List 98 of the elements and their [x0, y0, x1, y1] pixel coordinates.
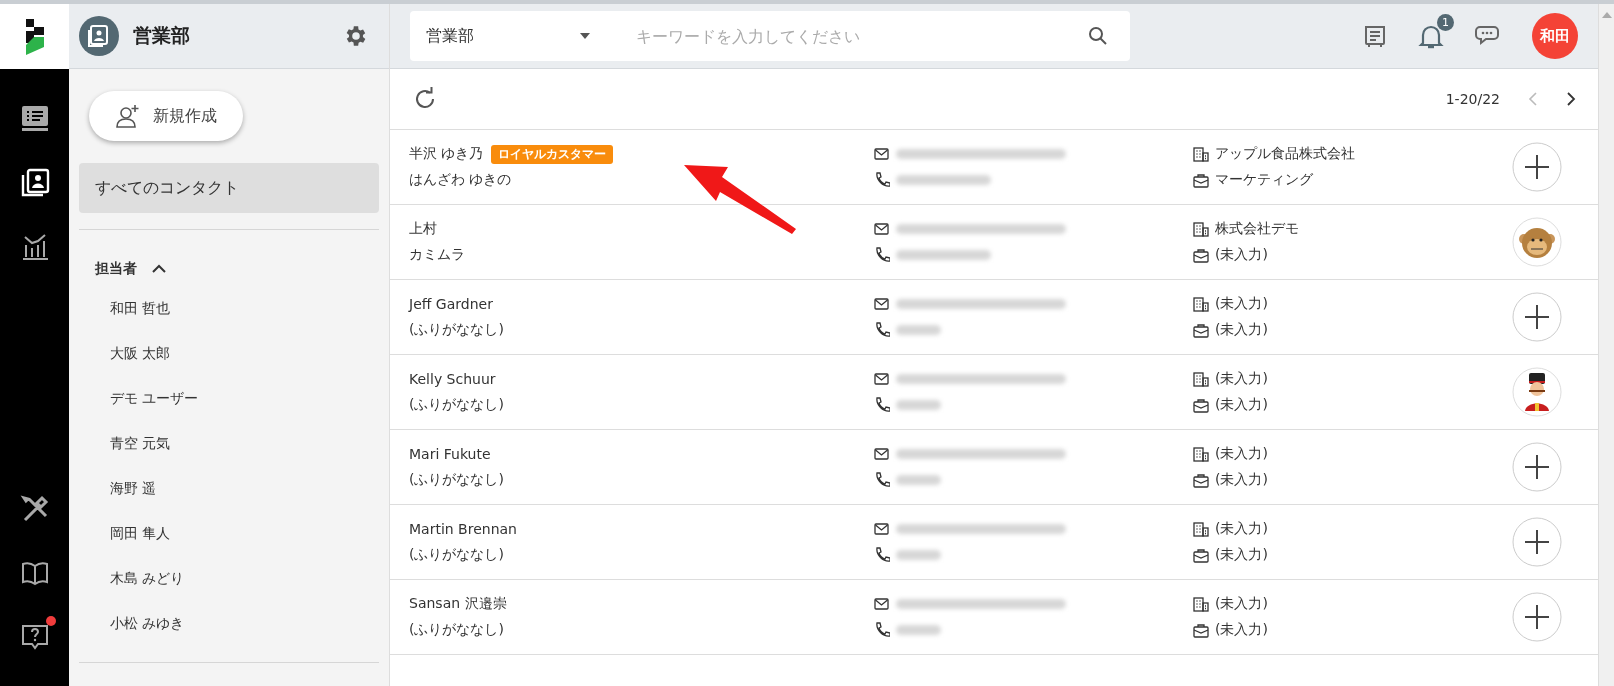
search-bar[interactable]: 営業部 キーワードを入力してください	[410, 11, 1130, 61]
briefcase-icon	[1193, 172, 1209, 188]
building-icon	[1193, 371, 1209, 387]
phone-icon	[874, 397, 890, 413]
add-avatar-button[interactable]	[1512, 442, 1562, 492]
contact-name[interactable]: Jeff Gardner	[409, 296, 493, 312]
phone-icon	[874, 172, 890, 188]
owner-item[interactable]: 小松 みゆき	[79, 601, 379, 646]
contact-name[interactable]: Martin Brennan	[409, 521, 517, 537]
department-name: マーケティング	[1215, 171, 1313, 189]
company-name: (未入力)	[1215, 295, 1268, 313]
furigana-text: (ふりがななし)	[409, 471, 504, 489]
phone-icon	[874, 247, 890, 263]
user-avatar[interactable]: 和田	[1532, 13, 1578, 59]
contacts-icon	[79, 16, 119, 56]
building-icon	[1193, 521, 1209, 537]
phone-icon	[874, 547, 890, 563]
department-name: (未入力)	[1215, 471, 1268, 489]
phone-icon	[874, 622, 890, 638]
customer-tag: ロイヤルカスタマー	[491, 144, 614, 164]
company-name: (未入力)	[1215, 595, 1268, 613]
department-name: (未入力)	[1215, 621, 1268, 639]
keyword-input[interactable]: キーワードを入力してください	[634, 25, 1074, 47]
briefcase-icon	[1193, 247, 1209, 263]
phone-icon	[874, 322, 890, 338]
briefcase-icon	[1193, 322, 1209, 338]
contact-name[interactable]: Kelly Schuur	[409, 371, 496, 387]
mail-icon	[874, 372, 890, 386]
dropdown-caret-icon	[580, 33, 590, 39]
next-page-icon[interactable]	[1566, 91, 1576, 107]
mail-icon	[874, 447, 890, 461]
owner-item[interactable]: 海野 遥	[79, 466, 379, 511]
pagination-text: 1-20/22	[1445, 91, 1500, 107]
add-avatar-button[interactable]	[1512, 292, 1562, 342]
furigana-text: カミムラ	[409, 246, 465, 264]
board-icon[interactable]	[1362, 23, 1388, 49]
mail-icon	[874, 147, 890, 161]
department-title: 営業部	[133, 23, 191, 48]
building-icon	[1193, 146, 1209, 162]
briefcase-icon	[1193, 547, 1209, 563]
briefcase-icon	[1193, 397, 1209, 413]
search-icon[interactable]	[1088, 26, 1108, 46]
mail-icon	[874, 222, 890, 236]
furigana-text: はんざわ ゆきの	[409, 171, 512, 189]
monkey-avatar[interactable]	[1512, 217, 1562, 267]
company-name: (未入力)	[1215, 370, 1268, 388]
add-avatar-button[interactable]	[1512, 592, 1562, 642]
blurred-phone	[896, 325, 941, 335]
briefcase-icon	[1193, 472, 1209, 488]
department-name: (未入力)	[1215, 396, 1268, 414]
mail-icon	[874, 522, 890, 536]
mail-icon	[874, 297, 890, 311]
owner-item[interactable]: 青空 元気	[79, 421, 379, 466]
blurred-phone	[896, 550, 941, 560]
department-name: (未入力)	[1215, 246, 1268, 264]
contact-name[interactable]: Mari Fukute	[409, 446, 491, 462]
help-icon[interactable]	[19, 622, 50, 652]
owner-item[interactable]: 木島 みどり	[79, 556, 379, 601]
company-name: 株式会社デモ	[1215, 220, 1299, 238]
briefcase-icon	[1193, 622, 1209, 638]
notification-count: 1	[1437, 14, 1454, 31]
furigana-text: (ふりがななし)	[409, 396, 504, 414]
blurred-phone	[896, 625, 941, 635]
section-label: 担当者	[95, 260, 137, 278]
department-name: (未入力)	[1215, 321, 1268, 339]
company-name: (未入力)	[1215, 445, 1268, 463]
owner-item[interactable]: 和田 哲也	[79, 286, 379, 331]
furigana-text: (ふりがななし)	[409, 621, 504, 639]
building-icon	[1193, 221, 1209, 237]
building-icon	[1193, 446, 1209, 462]
add-person-icon	[115, 103, 141, 129]
tools-icon[interactable]	[19, 494, 50, 524]
furigana-text: (ふりがななし)	[409, 546, 504, 564]
owner-item[interactable]: デモ ユーザー	[79, 376, 379, 421]
scope-dropdown[interactable]: 営業部	[426, 25, 566, 47]
company-name: アップル食品株式会社	[1215, 145, 1355, 163]
department-name: (未入力)	[1215, 546, 1268, 564]
blurred-phone	[896, 400, 941, 410]
list-icon[interactable]	[19, 103, 50, 133]
character-avatar[interactable]	[1512, 367, 1562, 417]
building-icon	[1193, 596, 1209, 612]
phone-icon	[874, 472, 890, 488]
building-icon	[1193, 296, 1209, 312]
mail-icon	[874, 597, 890, 611]
contact-name[interactable]: Sansan 沢邉崇	[409, 595, 507, 613]
contact-name[interactable]: 半沢 ゆき乃	[409, 145, 484, 163]
add-avatar-button[interactable]	[1512, 517, 1562, 567]
furigana-text: (ふりがななし)	[409, 321, 504, 339]
contact-name[interactable]: 上村	[409, 220, 437, 238]
blurred-phone	[896, 475, 941, 485]
owner-item[interactable]: 大阪 太郎	[79, 331, 379, 376]
chevron-icon[interactable]	[151, 264, 167, 274]
new-contact-button[interactable]: 新規作成	[89, 91, 243, 141]
company-name: (未入力)	[1215, 520, 1268, 538]
all-contacts-item[interactable]: すべてのコンタクト	[79, 163, 379, 213]
owner-item[interactable]: 岡田 隼人	[79, 511, 379, 556]
add-avatar-button[interactable]	[1512, 142, 1562, 192]
contacts-icon[interactable]	[19, 167, 50, 197]
